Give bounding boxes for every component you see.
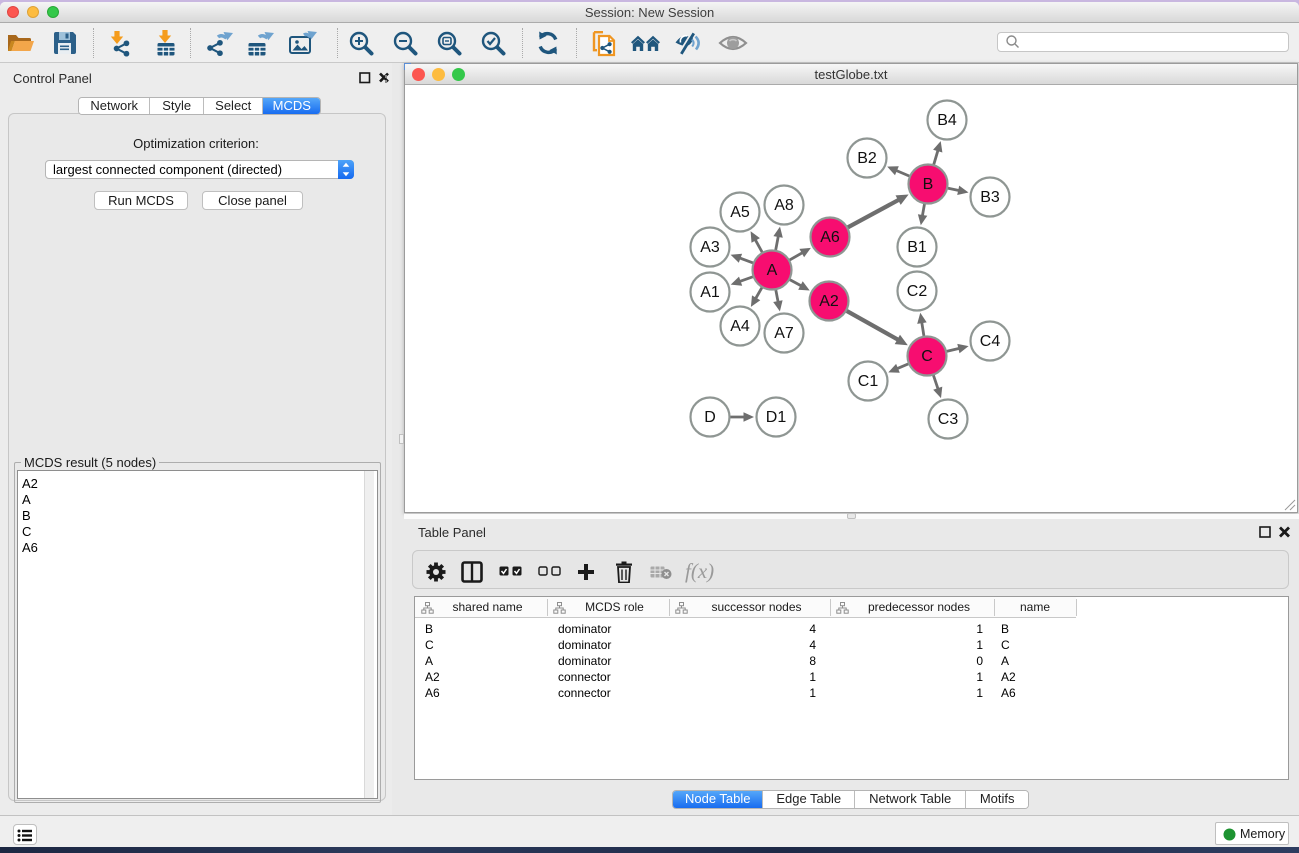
svg-text:A5: A5 [730, 204, 750, 221]
svg-text:A: A [767, 262, 778, 279]
svg-text:D: D [704, 409, 716, 426]
svg-text:D1: D1 [766, 409, 787, 426]
svg-text:A6: A6 [820, 229, 840, 246]
svg-text:B2: B2 [857, 150, 877, 167]
svg-text:C2: C2 [907, 283, 928, 300]
svg-text:B: B [923, 176, 934, 193]
svg-text:A8: A8 [774, 197, 794, 214]
svg-text:A1: A1 [700, 284, 720, 301]
svg-text:A4: A4 [730, 318, 750, 335]
svg-text:B3: B3 [980, 189, 1000, 206]
svg-text:B4: B4 [937, 112, 957, 129]
svg-text:A2: A2 [819, 293, 839, 310]
svg-text:C4: C4 [980, 333, 1001, 350]
svg-text:C1: C1 [858, 373, 879, 390]
svg-text:A7: A7 [774, 325, 794, 342]
svg-text:C: C [921, 348, 933, 365]
svg-text:B1: B1 [907, 239, 927, 256]
svg-text:A3: A3 [700, 239, 720, 256]
svg-text:C3: C3 [938, 411, 959, 428]
